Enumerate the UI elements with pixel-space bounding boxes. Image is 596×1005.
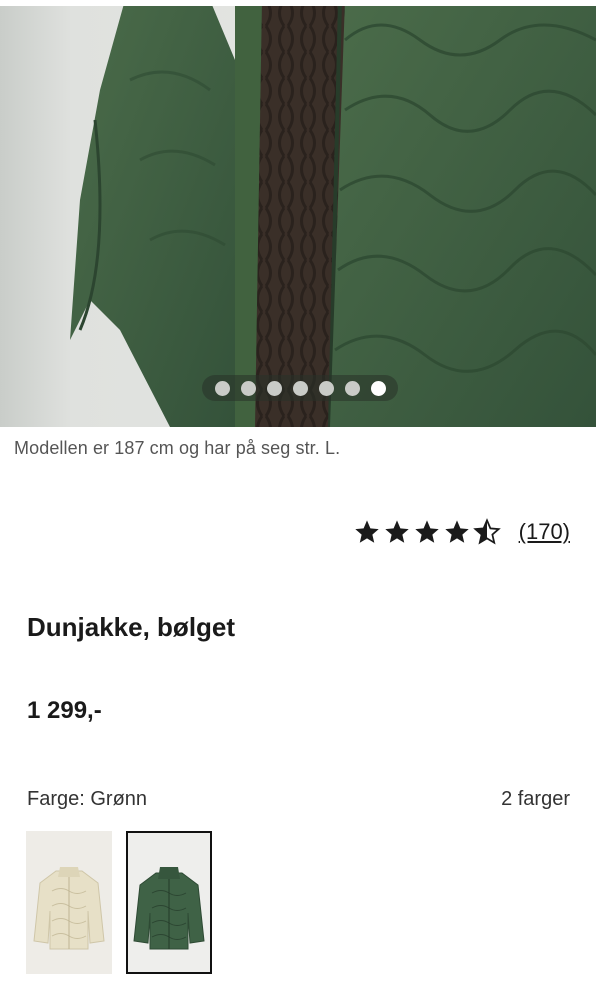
star-full-icon	[414, 520, 439, 543]
color-swatch-beige[interactable]	[26, 831, 112, 974]
product-rating[interactable]: (170)	[353, 518, 570, 546]
star-full-icon	[444, 520, 469, 543]
product-price: 1 299,-	[27, 697, 102, 724]
star-half-icon	[472, 518, 501, 545]
star-full-icon	[384, 520, 409, 543]
gallery-dot-4[interactable]	[292, 380, 308, 396]
product-image-gallery[interactable]	[0, 0, 596, 427]
gallery-dot-1[interactable]	[214, 380, 230, 396]
gallery-dot-5[interactable]	[318, 380, 334, 396]
green-jacket-thumbnail	[133, 867, 205, 950]
star-full-icon	[354, 520, 379, 543]
model-size-caption: Modellen er 187 cm og har på seg str. L.	[14, 438, 341, 458]
color-swatch-green-selected[interactable]	[126, 831, 212, 974]
gallery-dot-2[interactable]	[240, 380, 256, 396]
product-title: Dunjakke, bølget	[27, 612, 236, 642]
beige-jacket-thumbnail	[33, 867, 105, 950]
product-photo	[0, 0, 596, 427]
selected-color-label: Farge: Grønn	[27, 788, 148, 810]
gallery-dot-7[interactable]	[370, 380, 386, 396]
gallery-dot-3[interactable]	[266, 380, 282, 396]
review-count-link[interactable]: (170)	[519, 519, 570, 545]
color-count: 2 farger	[501, 788, 570, 810]
star-rating	[353, 518, 501, 546]
gallery-pagination	[202, 375, 398, 401]
gallery-dot-6[interactable]	[344, 380, 360, 396]
